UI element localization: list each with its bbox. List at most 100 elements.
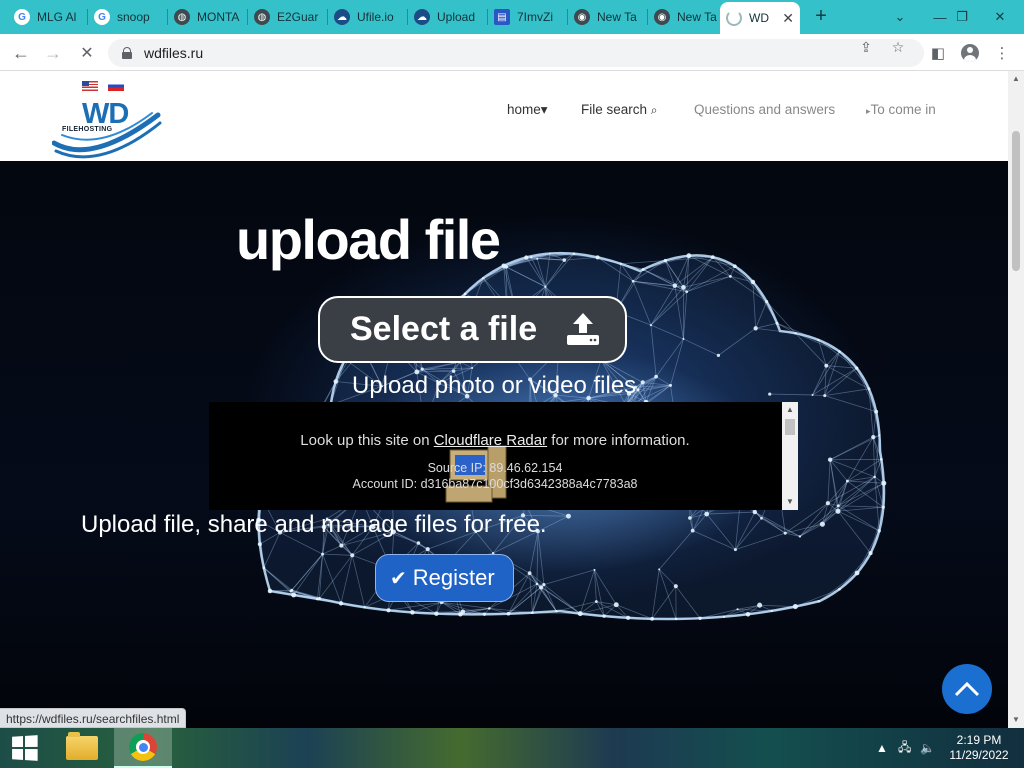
address-bar[interactable]: wdfiles.ru [108, 39, 924, 67]
lock-icon [122, 47, 132, 59]
document-icon: ▤ [494, 9, 510, 25]
account-id: Account ID: d316ba87c100cf3d6342388a4c77… [352, 477, 638, 491]
cloud-icon: ☁ [414, 9, 430, 25]
new-tab-button[interactable]: + [810, 6, 832, 28]
scroll-up-arrow-icon[interactable]: ▲ [786, 405, 794, 414]
back-to-top-button[interactable] [942, 664, 992, 714]
page-scrollbar[interactable]: ▲ ▼ [1008, 71, 1024, 728]
tab-2[interactable]: G snoop [88, 4, 166, 30]
site-logo[interactable]: WD FILEHOSTING [51, 95, 162, 159]
tab-search-chevron-icon[interactable]: ⌄ [880, 0, 920, 34]
tab-3[interactable]: ◍ MONTA [168, 4, 246, 30]
site-header: WD FILEHOSTING home▾ File search ⌕ Quest… [0, 71, 1008, 161]
show-hidden-icons-chevron-icon[interactable]: ▲ [876, 728, 888, 768]
register-label: Register [412, 565, 495, 590]
tab-title: New Ta [677, 10, 717, 24]
share-icon[interactable]: ⇪ [855, 39, 877, 57]
volume-icon[interactable]: 🔈 [920, 728, 935, 768]
search-icon: ⌕ [650, 103, 658, 117]
page-scroll-thumb[interactable] [1012, 131, 1020, 271]
side-panel-icon[interactable]: ◧ [926, 41, 950, 65]
chrome-icon: ◉ [574, 9, 590, 25]
tab-active[interactable]: WD ✕ [720, 2, 800, 34]
tab-title: 7ImvZi [517, 10, 553, 24]
select-file-button[interactable]: Select a file [318, 296, 627, 363]
cloudflare-error-frame: Look up this site on Cloudflare Radar fo… [209, 402, 798, 510]
cloud-icon: ☁ [334, 9, 350, 25]
scroll-up-arrow-icon[interactable]: ▲ [1012, 74, 1020, 83]
tab-5[interactable]: ☁ Ufile.io [328, 4, 406, 30]
computer-icon [445, 445, 507, 503]
back-arrow-icon[interactable]: ← [8, 40, 34, 66]
frame-scrollbar[interactable]: ▲ ▼ [782, 402, 798, 510]
us-flag-icon[interactable] [82, 81, 98, 91]
bookmark-star-icon[interactable]: ☆ [887, 39, 909, 57]
russian-flag-icon[interactable] [108, 81, 124, 91]
tab-title: MONTA [197, 10, 240, 24]
forward-arrow-icon[interactable]: → [40, 40, 66, 66]
tab-title: New Ta [597, 10, 637, 24]
google-icon: G [14, 9, 30, 25]
nav-questions-answers[interactable]: Questions and answers [694, 102, 835, 117]
folder-icon [66, 732, 98, 760]
tab-title: Ufile.io [357, 10, 394, 24]
restore-icon[interactable]: ❐ [942, 0, 982, 34]
source-ip: Source IP: 89.46.62.154 [427, 461, 563, 475]
nav-home[interactable]: home▾ [507, 102, 548, 118]
select-file-label: Select a file [350, 310, 538, 348]
cloudflare-radar-link[interactable]: Cloudflare Radar [434, 432, 547, 449]
file-explorer-button[interactable] [57, 728, 107, 768]
clock-date: 11/29/2022 [949, 748, 1009, 762]
network-icon[interactable]: 🖧 [898, 728, 911, 768]
menu-kebab-icon[interactable]: ⋮ [990, 41, 1014, 65]
tab-6[interactable]: ☁ Upload [408, 4, 486, 30]
close-window-icon[interactable]: ✕ [980, 0, 1020, 34]
system-clock[interactable]: 2:19 PM 11/29/2022 [944, 733, 1014, 763]
link-status-bubble: https://wdfiles.ru/searchfiles.html [0, 708, 187, 728]
tab-title: snoop [117, 10, 150, 24]
upload-icon [567, 313, 599, 345]
avatar-icon [961, 44, 979, 62]
clock-time: 2:19 PM [956, 733, 1002, 747]
nav-file-search[interactable]: File search ⌕ [581, 102, 658, 118]
tab-7[interactable]: ▤ 7ImvZi [488, 4, 566, 30]
scroll-down-arrow-icon[interactable]: ▼ [786, 497, 794, 506]
profile-button[interactable] [958, 41, 982, 65]
register-button[interactable]: ✔ Register [375, 554, 514, 602]
hero-tagline: Upload file, share and manage files for … [81, 511, 547, 538]
hero-title: upload file [236, 208, 501, 271]
tab-4[interactable]: ◍ E2Guar [248, 4, 326, 30]
tab-title: WD [749, 11, 769, 25]
frame-scroll-thumb[interactable] [785, 419, 795, 435]
chevron-up-icon [954, 681, 980, 697]
chrome-icon: ◉ [654, 9, 670, 25]
checkmark-icon: ✔ [390, 567, 407, 590]
scroll-down-arrow-icon[interactable]: ▼ [1012, 715, 1020, 724]
tab-title: Upload [437, 10, 476, 24]
page-viewport: WD FILEHOSTING home▾ File search ⌕ Quest… [0, 71, 1008, 728]
tab-title: MLG Al [37, 10, 77, 24]
tab-strip: G MLG Al G snoop ◍ MONTA ◍ E2Guar ☁ Ufil… [0, 0, 1024, 34]
close-tab-icon[interactable]: ✕ [782, 10, 794, 27]
google-icon: G [94, 9, 110, 25]
tab-8[interactable]: ◉ New Ta [568, 4, 646, 30]
windows-logo-icon [12, 735, 38, 761]
start-button[interactable] [0, 728, 48, 768]
stop-loading-icon[interactable]: ✕ [74, 40, 100, 66]
lookup-prefix: Look up this site on [300, 432, 434, 449]
loading-spinner-icon [726, 10, 742, 26]
nav-login-label: To come in [870, 102, 936, 117]
globe-icon: ◍ [254, 9, 270, 25]
tab-title: E2Guar [277, 10, 319, 24]
logo-subtitle: FILEHOSTING [62, 126, 113, 133]
tab-9[interactable]: ◉ New Ta [648, 4, 718, 30]
globe-icon: ◍ [174, 9, 190, 25]
nav-file-search-label: File search [581, 102, 648, 117]
cloudflare-lookup-text: Look up this site on Cloudflare Radar fo… [209, 432, 781, 449]
tab-1[interactable]: G MLG Al [8, 4, 86, 30]
chrome-taskbar-button[interactable] [114, 728, 172, 768]
windows-taskbar: ▲ 🖧 🔈 2:19 PM 11/29/2022 [0, 728, 1024, 768]
hero-subtitle: Upload photo or video files [352, 372, 637, 399]
nav-login[interactable]: ▸To come in [866, 102, 936, 117]
hero-banner: upload file Select a file Upload photo o… [0, 161, 1008, 728]
